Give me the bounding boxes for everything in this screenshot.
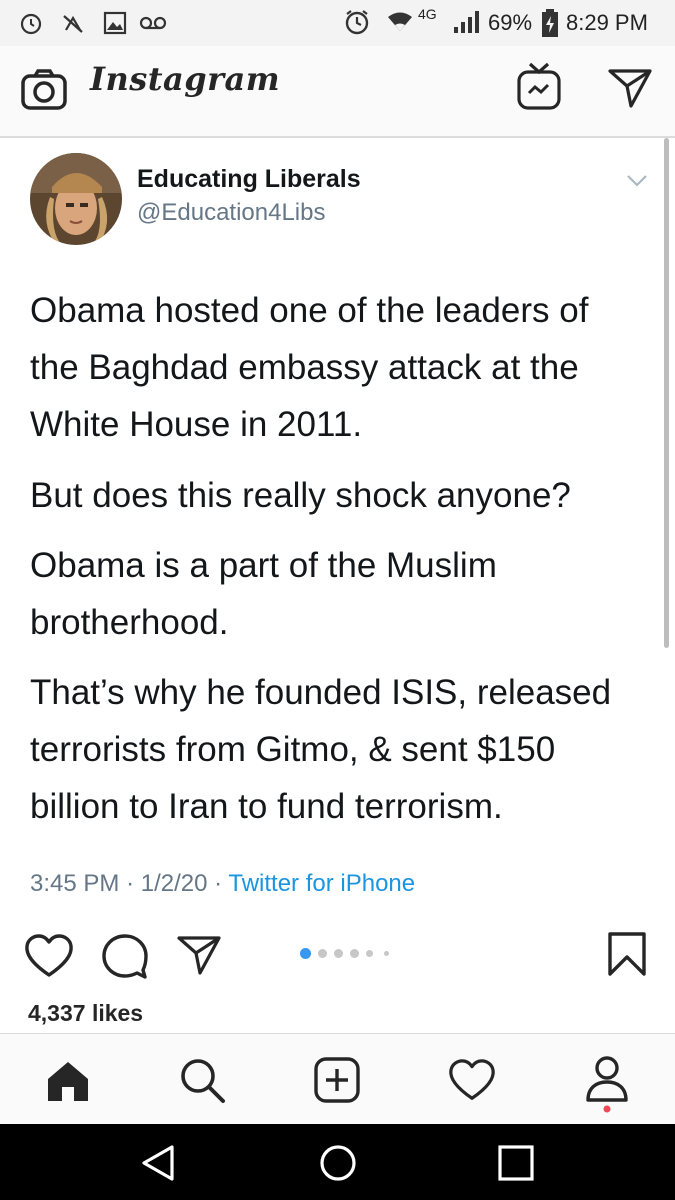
tweet-meta: 3:45 PM · 1/2/20 · Twitter for iPhone bbox=[30, 870, 415, 898]
meta-separator: · bbox=[214, 870, 229, 897]
save-bookmark-icon[interactable] bbox=[606, 931, 648, 977]
author-handle: @Education4Libs bbox=[137, 199, 326, 226]
clock-time: 8:29 PM bbox=[566, 10, 648, 35]
carousel-dot bbox=[384, 951, 389, 956]
no-signal-icon bbox=[63, 15, 83, 33]
home-circle-icon[interactable] bbox=[318, 1143, 358, 1183]
battery-charging-icon bbox=[542, 9, 558, 37]
system-navigation-bar bbox=[0, 1124, 675, 1200]
carousel-dot bbox=[350, 949, 359, 958]
direct-message-icon[interactable] bbox=[606, 66, 654, 110]
voicemail-icon bbox=[139, 16, 167, 30]
tweet-paragraph-1: Obama hosted one of the leaders of the B… bbox=[30, 291, 589, 444]
alarm-clock-icon bbox=[345, 10, 369, 35]
chevron-down-icon bbox=[627, 175, 647, 187]
home-icon[interactable] bbox=[45, 1059, 91, 1103]
new-post-icon[interactable] bbox=[313, 1056, 361, 1104]
carousel-dot-active bbox=[300, 948, 311, 959]
app-logo: Instagram bbox=[90, 60, 281, 98]
activity-icon[interactable] bbox=[446, 1058, 498, 1104]
likes-count[interactable]: 4,337 likes bbox=[28, 1000, 143, 1027]
scrollbar bbox=[664, 138, 669, 648]
alarm-icon bbox=[20, 13, 42, 35]
signal-icon bbox=[454, 11, 479, 33]
author-name: Educating Liberals bbox=[137, 165, 361, 193]
post-image-tweet-card: Educating Liberals @Education4Libs Obama… bbox=[0, 138, 675, 933]
wifi-icon bbox=[388, 12, 412, 31]
bottom-nav bbox=[0, 1034, 675, 1124]
tweet-time: 3:45 PM bbox=[30, 870, 120, 897]
igtv-icon[interactable] bbox=[516, 61, 562, 111]
carousel-dot bbox=[366, 950, 373, 957]
author-avatar bbox=[30, 153, 122, 245]
comment-icon[interactable] bbox=[100, 932, 150, 980]
status-bar: 4G 69% 8:29 PM bbox=[0, 0, 675, 46]
search-icon[interactable] bbox=[178, 1056, 226, 1104]
battery-percent: 69% bbox=[488, 10, 533, 35]
tweet-source: Twitter for iPhone bbox=[228, 870, 416, 897]
back-icon[interactable] bbox=[140, 1144, 176, 1182]
tweet-date: 1/2/20 bbox=[140, 870, 208, 897]
tweet-paragraph-4: That’s why he founded ISIS, released ter… bbox=[30, 673, 612, 826]
network-type: 4G bbox=[418, 6, 437, 22]
recent-apps-icon[interactable] bbox=[497, 1144, 535, 1182]
carousel-dot bbox=[318, 949, 327, 958]
app-header: Instagram bbox=[0, 46, 675, 138]
carousel-dot bbox=[334, 949, 343, 958]
tweet-paragraph-2: But does this really shock anyone? bbox=[30, 476, 571, 515]
tweet-paragraph-3: Obama is a part of the Muslim brotherhoo… bbox=[30, 546, 497, 642]
carousel-indicator bbox=[300, 948, 400, 960]
share-icon[interactable] bbox=[175, 933, 223, 977]
profile-icon[interactable] bbox=[584, 1054, 630, 1114]
camera-icon[interactable] bbox=[20, 68, 68, 112]
gallery-icon bbox=[103, 11, 127, 35]
meta-separator: · bbox=[126, 870, 141, 897]
like-icon[interactable] bbox=[22, 933, 76, 981]
